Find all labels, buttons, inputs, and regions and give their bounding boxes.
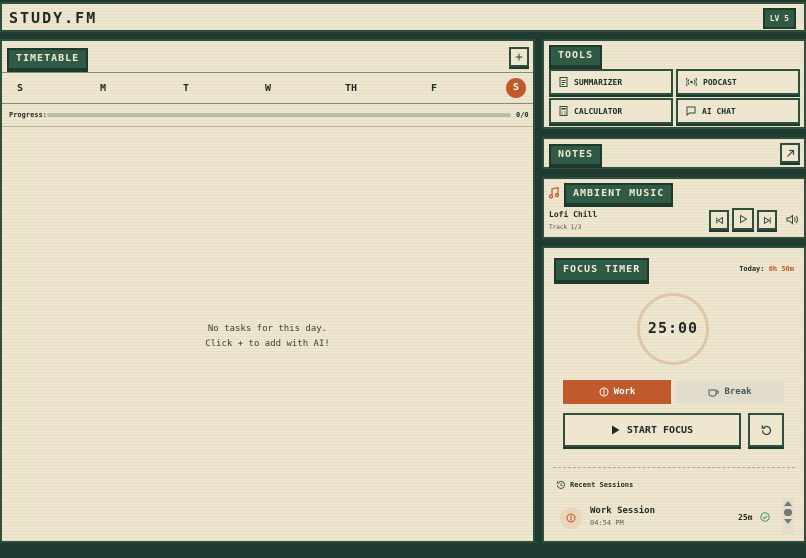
- timetable-divider-mid: [2, 103, 533, 104]
- music-title: AMBIENT MUSIC: [564, 183, 674, 205]
- skip-back-icon: [715, 216, 723, 224]
- day-tab-sun[interactable]: S: [17, 83, 23, 94]
- break-mode-label: Break: [724, 387, 752, 397]
- recent-sessions-title: Recent Sessions: [570, 481, 634, 489]
- break-mode-button[interactable]: Break: [676, 380, 784, 404]
- open-notes-button[interactable]: [780, 143, 800, 163]
- timetable-divider-low: [2, 126, 533, 127]
- session-name: Work Session: [590, 506, 656, 516]
- day-tab-sat-active[interactable]: S: [506, 78, 526, 98]
- chat-icon: [686, 106, 696, 116]
- notes-title: NOTES: [549, 144, 603, 166]
- work-mode-label: Work: [613, 387, 636, 397]
- progress-bar: [47, 113, 511, 117]
- tools-title: TOOLS: [549, 45, 603, 67]
- music-note-icon: [548, 187, 560, 199]
- podcast-label: PODCAST: [703, 77, 737, 87]
- arrow-up-right-icon: [786, 149, 794, 157]
- scroll-thumb[interactable]: [784, 509, 792, 516]
- ai-chat-label: AI CHAT: [702, 106, 736, 116]
- day-tab-fri[interactable]: F: [431, 83, 437, 94]
- session-duration: 25m: [738, 513, 753, 522]
- day-tab-tue[interactable]: T: [183, 83, 189, 94]
- progress-value: 0/0: [516, 111, 529, 119]
- progress-label: Progress:: [9, 111, 47, 119]
- coffee-icon: [708, 389, 720, 397]
- day-tab-mon[interactable]: M: [100, 83, 106, 94]
- sessions-scrollbar[interactable]: [782, 498, 794, 534]
- history-icon: [556, 480, 565, 489]
- empty-line-2: Click + to add with AI!: [205, 339, 330, 349]
- today-value: 0h 50m: [768, 265, 794, 273]
- document-icon: [559, 77, 568, 87]
- play-icon: [611, 425, 620, 435]
- next-track-button[interactable]: [757, 210, 777, 230]
- focus-title: FOCUS TIMER: [554, 258, 650, 282]
- add-task-button[interactable]: +: [509, 47, 529, 67]
- timetable-divider-top: [2, 72, 533, 73]
- focus-panel: FOCUS TIMER Today: 0h 50m 25:00 Work Bre…: [542, 246, 806, 543]
- empty-line-1: No tasks for this day.: [207, 324, 328, 334]
- play-icon: [740, 214, 748, 224]
- broadcast-icon: [686, 77, 697, 87]
- timetable-title: TIMETABLE: [7, 48, 89, 70]
- podcast-button[interactable]: PODCAST: [676, 69, 800, 95]
- calculator-label: CALCULATOR: [574, 106, 623, 116]
- header-bar: STUDY.FM LV 5: [0, 2, 806, 32]
- start-focus-button[interactable]: START FOCUS: [563, 413, 741, 447]
- app-title: STUDY.FM: [9, 9, 98, 27]
- previous-track-button[interactable]: [709, 210, 729, 230]
- session-row: Work Session 04:54 PM 25m: [558, 504, 786, 532]
- music-panel: AMBIENT MUSIC Lofi Chill Track 1/3: [542, 177, 806, 239]
- day-tab-thu[interactable]: TH: [345, 83, 357, 94]
- summarizer-button[interactable]: SUMMARIZER: [549, 69, 673, 95]
- today-total: Today: 0h 50m: [739, 265, 794, 273]
- session-icon: [560, 507, 582, 529]
- scroll-up-arrow[interactable]: [784, 501, 792, 506]
- empty-message: No tasks for this day. Click + to add wi…: [2, 322, 533, 352]
- play-button[interactable]: [732, 208, 754, 230]
- check-circle-icon: [760, 512, 770, 522]
- summarizer-label: SUMMARIZER: [574, 77, 623, 87]
- track-count: Track 1/3: [549, 224, 582, 231]
- reset-icon: [761, 424, 771, 435]
- tools-panel: TOOLS SUMMARIZER PODCAST CALCULATOR AI C…: [542, 39, 806, 129]
- notes-panel: NOTES: [542, 137, 806, 169]
- work-mode-button[interactable]: Work: [563, 380, 671, 404]
- recent-divider: [553, 467, 795, 468]
- session-time: 04:54 PM: [590, 519, 624, 527]
- volume-icon[interactable]: [786, 214, 798, 225]
- day-tab-wed[interactable]: W: [265, 83, 271, 94]
- level-badge: LV 5: [762, 8, 796, 29]
- track-name: Lofi Chill: [549, 210, 598, 219]
- timetable-panel: TIMETABLE + S M T W TH F S Progress: 0/0…: [0, 39, 535, 543]
- skip-forward-icon: [763, 216, 771, 224]
- ai-chat-button[interactable]: AI CHAT: [676, 98, 800, 124]
- brain-icon: [566, 513, 576, 523]
- start-focus-label: START FOCUS: [626, 424, 694, 436]
- timer-display: 25:00: [647, 319, 699, 337]
- brain-icon: [599, 387, 609, 397]
- today-label: Today:: [739, 265, 765, 273]
- plus-icon: +: [515, 49, 523, 65]
- calculator-icon: [559, 106, 568, 116]
- scroll-down-arrow[interactable]: [784, 519, 792, 524]
- calculator-button[interactable]: CALCULATOR: [549, 98, 673, 124]
- reset-timer-button[interactable]: [748, 413, 784, 447]
